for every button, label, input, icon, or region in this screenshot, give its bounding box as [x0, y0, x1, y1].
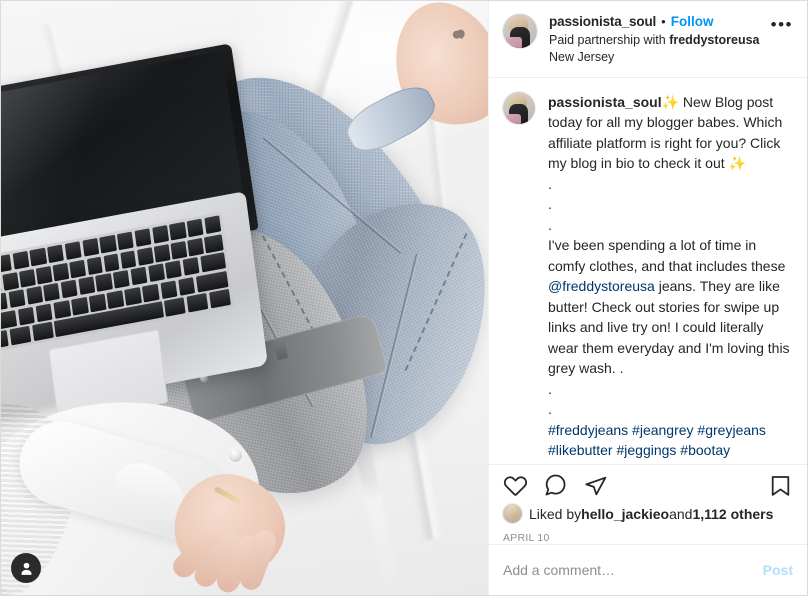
- tagged-people-badge[interactable]: [11, 553, 41, 583]
- caption-spacer: .: [548, 216, 552, 233]
- heart-icon: [503, 476, 527, 496]
- likes-middle: and: [669, 505, 693, 522]
- caption-spacer: .: [548, 175, 552, 192]
- bookmark-icon: [771, 476, 790, 496]
- username-row: passionista_soul • Follow: [549, 14, 763, 30]
- paid-partnership-label: Paid partnership with freddystoreusa: [549, 32, 763, 49]
- likes-count[interactable]: 1,112 others: [692, 506, 773, 522]
- share-button[interactable]: [583, 473, 608, 498]
- caption-spacer: .: [548, 401, 552, 418]
- follow-button[interactable]: Follow: [671, 14, 714, 30]
- caption-text: passionista_soul✨ New Blog post today fo…: [535, 92, 793, 464]
- laptop: [1, 43, 269, 424]
- comment-bar: Post: [489, 544, 807, 595]
- person-icon: [21, 562, 31, 575]
- caption-spacer: .: [548, 196, 552, 213]
- comment-button[interactable]: [543, 473, 568, 498]
- sparkle-icon: ✨: [728, 155, 746, 172]
- avatar[interactable]: [503, 14, 537, 48]
- post-photo[interactable]: [1, 1, 488, 595]
- mention-link[interactable]: @freddystoreusa: [548, 278, 655, 294]
- caption-paragraph-1: passionista_soul✨ New Blog post today fo…: [548, 92, 793, 174]
- caption-avatar[interactable]: [503, 91, 535, 124]
- header-text: passionista_soul • Follow Paid partnersh…: [537, 14, 763, 66]
- belt-loop: [272, 338, 289, 361]
- caption-para2-start: I've been spending a lot of time in comf…: [548, 237, 786, 274]
- caption-scroll-area[interactable]: passionista_soul✨ New Blog post today fo…: [489, 78, 807, 465]
- caption-row: passionista_soul✨ New Blog post today fo…: [503, 91, 793, 464]
- share-icon: [585, 476, 607, 496]
- paid-prefix: Paid partnership with: [549, 33, 670, 48]
- action-bar: [489, 465, 807, 502]
- caption-paragraph-2: I've been spending a lot of time in comf…: [548, 235, 793, 379]
- save-button[interactable]: [768, 473, 793, 498]
- comment-icon: [545, 474, 566, 496]
- hashtag-line[interactable]: #likebutter #jeggings #bootay: [548, 440, 793, 461]
- sparkle-icon: ✨: [661, 93, 680, 110]
- liker-username[interactable]: hello_jackieo: [581, 506, 669, 522]
- paid-partner-name[interactable]: freddystoreusa: [669, 33, 759, 47]
- post-comment-button[interactable]: Post: [753, 562, 793, 578]
- more-options-icon[interactable]: •••: [763, 14, 795, 33]
- hashtag-line[interactable]: #freddyjeans #jeangrey #greyjeans: [548, 420, 793, 441]
- comment-input[interactable]: [503, 562, 753, 578]
- separator-dot: •: [661, 14, 666, 30]
- caption-spacer: .: [548, 380, 552, 397]
- post-username[interactable]: passionista_soul: [549, 14, 656, 30]
- post-location[interactable]: New Jersey: [549, 49, 763, 66]
- likes-row: Liked by hello_jackieo and 1,112 others: [489, 502, 807, 523]
- post-timestamp: APRIL 10: [503, 532, 550, 544]
- instagram-post: passionista_soul • Follow Paid partnersh…: [0, 0, 808, 596]
- liked-by-prefix: Liked by: [529, 505, 582, 522]
- like-button[interactable]: [503, 473, 528, 498]
- caption-username[interactable]: passionista_soul: [548, 94, 662, 110]
- liker-avatar[interactable]: [503, 504, 522, 523]
- laptop-keyboard: [1, 211, 235, 354]
- post-header: passionista_soul • Follow Paid partnersh…: [489, 1, 807, 78]
- hashtag-line[interactable]: #denimjeans #denimondenim: [548, 461, 793, 464]
- post-sidebar: passionista_soul • Follow Paid partnersh…: [488, 1, 807, 595]
